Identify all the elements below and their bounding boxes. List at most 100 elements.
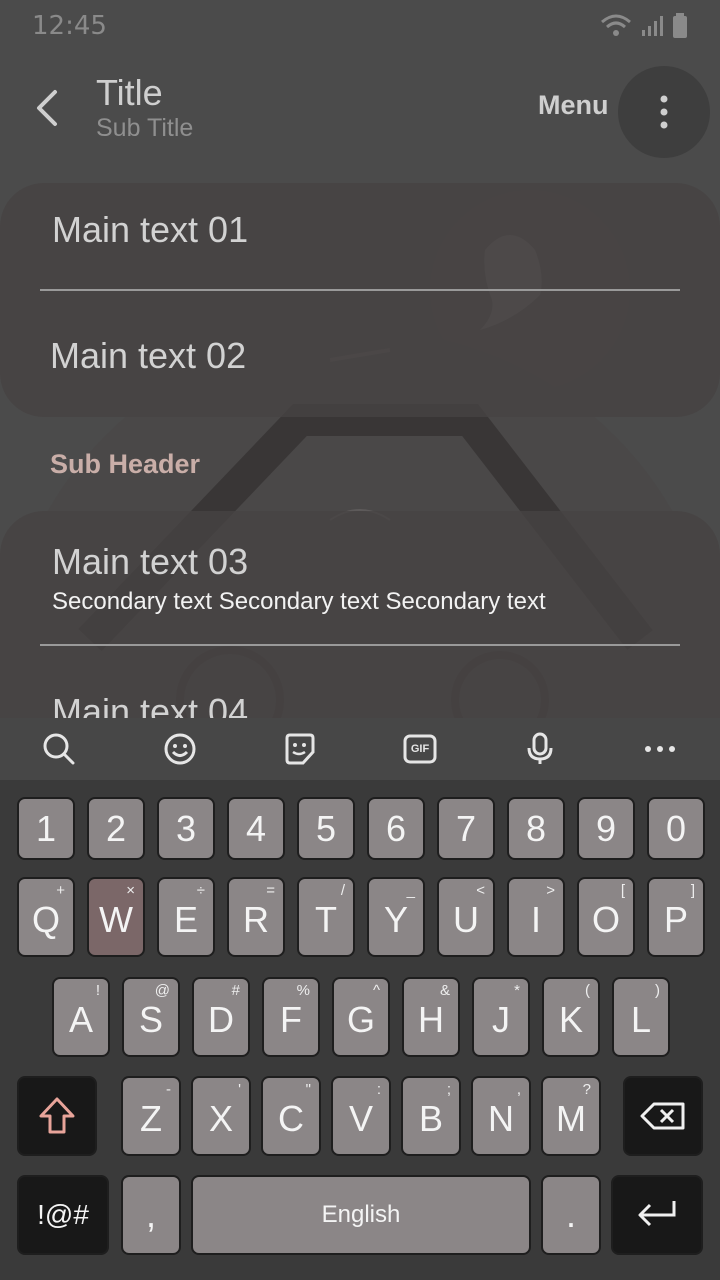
key-label: Q: [31, 899, 60, 940]
key-secondary-symbol: %: [296, 982, 310, 999]
key-8[interactable]: 8: [507, 797, 565, 860]
key-label: H: [418, 999, 444, 1040]
signal-icon: [642, 16, 663, 36]
wifi-icon: [601, 14, 631, 36]
key-5[interactable]: 5: [297, 797, 355, 860]
key-label: F: [280, 999, 302, 1040]
key-o[interactable]: [O: [577, 877, 635, 957]
key-r[interactable]: = R: [227, 877, 285, 957]
key-label: U: [453, 899, 479, 940]
key-p[interactable]: ] P: [647, 877, 705, 957]
key-secondary-symbol: ): [655, 982, 660, 999]
key-label: L: [630, 999, 652, 1040]
space-key[interactable]: English: [191, 1175, 531, 1255]
key-secondary-symbol: /: [340, 882, 345, 899]
key-secondary-symbol: _: [406, 882, 415, 899]
key-secondary-symbol: ÷: [196, 882, 205, 899]
sub-header: Sub Header: [50, 449, 201, 479]
more-horizontal-icon[interactable]: [643, 732, 677, 766]
key-label: R: [243, 899, 269, 940]
list-item-main-text-02[interactable]: Main text 02: [50, 335, 246, 377]
menu-button[interactable]: Menu: [538, 90, 609, 121]
key-9[interactable]: 9: [577, 797, 635, 860]
key-label: E: [173, 899, 198, 940]
backspace-icon: [640, 1102, 685, 1130]
key-4[interactable]: 4: [227, 797, 285, 860]
key-label: J: [492, 999, 510, 1040]
key-secondary-symbol: !: [95, 982, 100, 999]
search-icon[interactable]: [42, 732, 76, 766]
key-3[interactable]: 3: [157, 797, 215, 860]
key-label: I: [530, 899, 541, 940]
key-k[interactable]: (K: [542, 977, 600, 1057]
emoji-icon[interactable]: [163, 732, 197, 766]
gif-label: GIF: [410, 743, 430, 755]
key-secondary-symbol: ×: [126, 882, 135, 899]
enter-icon: [638, 1201, 676, 1227]
key-label: S: [138, 999, 163, 1040]
key-h[interactable]: & H: [402, 977, 460, 1057]
key-l[interactable]: ) L: [612, 977, 670, 1057]
list-item-main-text-01[interactable]: Main text 01: [52, 209, 248, 251]
status-icons: [600, 13, 688, 39]
period-key[interactable]: .: [541, 1175, 601, 1255]
key-secondary-symbol: <: [476, 882, 485, 899]
app-bar: Title Sub Title Menu: [0, 60, 720, 160]
mic-icon[interactable]: [523, 732, 557, 766]
key-label: G: [346, 999, 375, 1040]
key-label: X: [208, 1098, 233, 1139]
key-1[interactable]: 1: [17, 797, 75, 860]
shift-arrow-icon: [39, 1097, 75, 1134]
key-j[interactable]: * J: [472, 977, 530, 1057]
key-y[interactable]: _ Y: [367, 877, 425, 957]
key-v[interactable]: :V: [331, 1076, 391, 1156]
key-m[interactable]: ? M: [541, 1076, 601, 1156]
key-label: Y: [383, 899, 408, 940]
key-0[interactable]: 0: [647, 797, 705, 860]
sticker-icon[interactable]: [283, 732, 317, 766]
key-z[interactable]: -Z: [121, 1076, 181, 1156]
key-label: Z: [140, 1098, 162, 1139]
key-a[interactable]: ! A: [52, 977, 110, 1057]
list-divider: [40, 289, 680, 291]
key-label: M: [556, 1098, 586, 1139]
key-secondary-symbol: ": [305, 1081, 311, 1098]
key-label: T: [315, 899, 337, 940]
comma-key[interactable]: ,: [121, 1175, 181, 1255]
key-x[interactable]: ' X: [191, 1076, 251, 1156]
key-label: C: [278, 1098, 304, 1139]
backspace-key[interactable]: [623, 1076, 703, 1156]
list-item-main-text-03[interactable]: Main text 03: [52, 541, 248, 583]
key-n[interactable]: ,N: [471, 1076, 531, 1156]
shift-key[interactable]: [17, 1076, 97, 1156]
key-q[interactable]: + Q: [17, 877, 75, 957]
key-6[interactable]: 6: [367, 797, 425, 860]
symbols-key[interactable]: !@#: [17, 1175, 109, 1255]
key-f[interactable]: % F: [262, 977, 320, 1057]
enter-key[interactable]: [611, 1175, 703, 1255]
more-options-button[interactable]: [618, 66, 710, 158]
back-button[interactable]: [26, 82, 66, 134]
key-secondary-symbol: =: [266, 882, 275, 899]
key-secondary-symbol: (: [585, 982, 590, 999]
key-t[interactable]: / T: [297, 877, 355, 957]
key-i[interactable]: > I: [507, 877, 565, 957]
keyboard-toolbar: GIF: [0, 718, 720, 780]
gif-icon[interactable]: GIF: [403, 732, 437, 766]
key-e[interactable]: ÷ E: [157, 877, 215, 957]
key-w[interactable]: × W: [87, 877, 145, 957]
key-secondary-symbol: ]: [690, 882, 695, 899]
key-d[interactable]: # D: [192, 977, 250, 1057]
key-u[interactable]: < U: [437, 877, 495, 957]
chevron-left-icon: [37, 90, 57, 126]
key-label: K: [558, 999, 583, 1040]
key-s[interactable]: @ S: [122, 977, 180, 1057]
key-label: V: [348, 1098, 373, 1139]
key-b[interactable]: ; B: [401, 1076, 461, 1156]
key-secondary-symbol: ,: [516, 1081, 521, 1098]
key-7[interactable]: 7: [437, 797, 495, 860]
key-2[interactable]: 2: [87, 797, 145, 860]
key-c[interactable]: " C: [261, 1076, 321, 1156]
key-g[interactable]: ^ G: [332, 977, 390, 1057]
status-time: 12:45: [32, 11, 107, 41]
